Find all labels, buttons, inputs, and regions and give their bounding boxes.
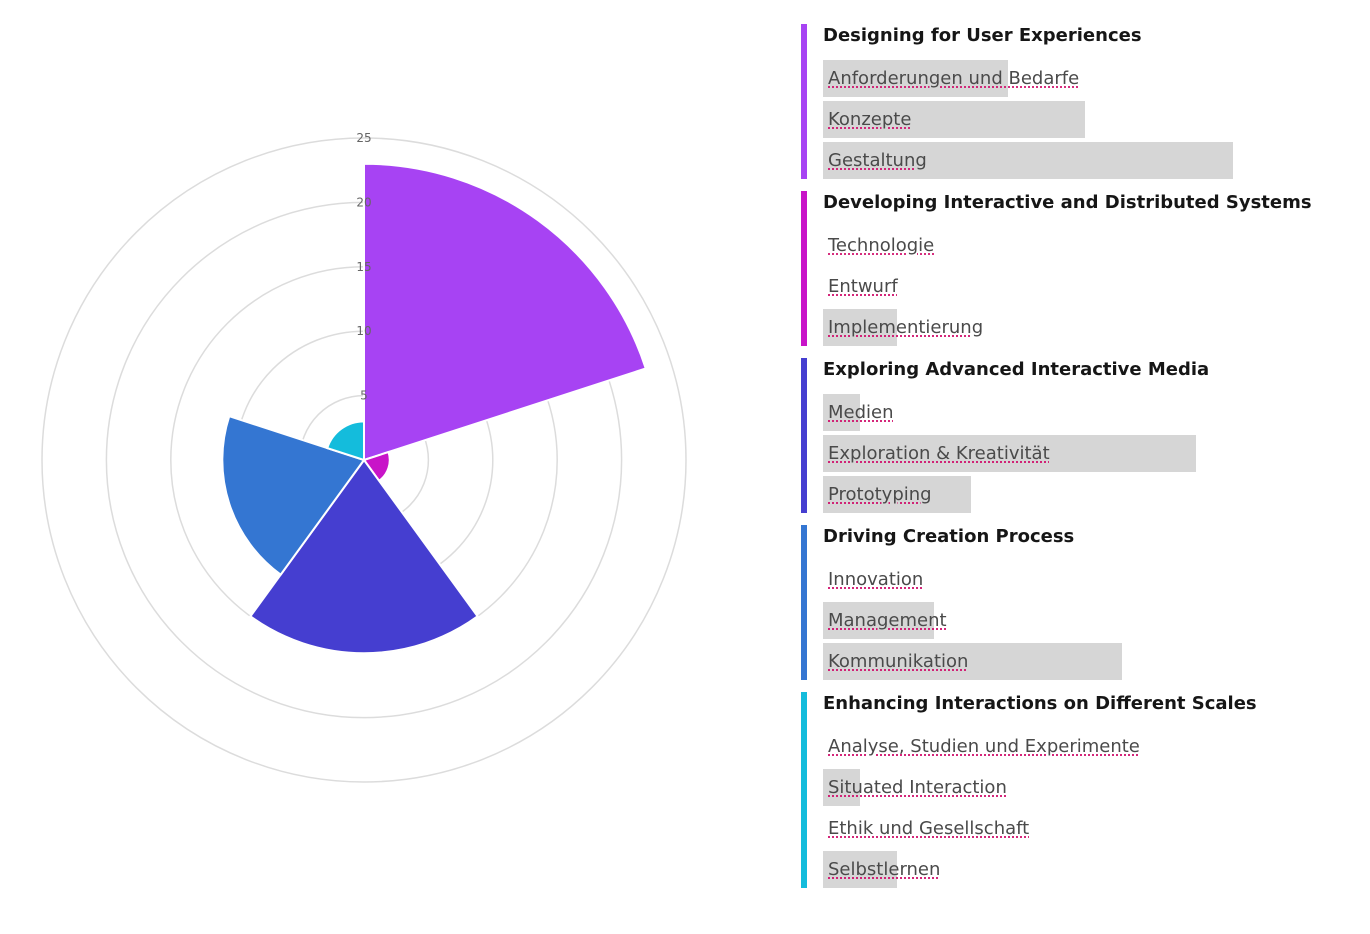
legend-item-link[interactable]: Kommunikation [828, 651, 968, 672]
legend-item-link[interactable]: Prototyping [828, 484, 932, 505]
legend-item-link[interactable]: Innovation [828, 569, 923, 590]
legend-item[interactable]: Kommunikation [823, 643, 1341, 684]
legend-group: Designing for User Experiences Anforderun… [801, 24, 1341, 179]
legend-item-link[interactable]: Ethik und Gesellschaft [828, 818, 1029, 839]
legend-item[interactable]: Innovation [823, 561, 1341, 602]
chart-sector[interactable] [363, 162, 648, 462]
legend-group: Driving Creation Process Innovation Manage… [801, 525, 1341, 680]
legend-color-bar [801, 525, 807, 680]
legend-item-link[interactable]: Entwurf [828, 276, 898, 297]
legend-item-link[interactable]: Anforderungen und Bedarfe [828, 68, 1079, 89]
category-legend: Designing for User Experiences Anforderun… [801, 24, 1341, 900]
radial-tick-label: 25 [356, 131, 371, 145]
legend-item[interactable]: Implementierung [823, 309, 1341, 350]
legend-item[interactable]: Situated Interaction [823, 769, 1341, 810]
legend-item[interactable]: Prototyping [823, 476, 1341, 517]
legend-item[interactable]: Analyse, Studien und Experimente [823, 728, 1341, 769]
legend-group-title: Exploring Advanced Interactive Media [823, 359, 1210, 380]
legend-item-link[interactable]: Selbstlernen [828, 859, 940, 880]
legend-item-link[interactable]: Management [828, 610, 947, 631]
legend-group: Developing Interactive and Distributed S… [801, 191, 1341, 346]
legend-color-bar [801, 358, 807, 513]
legend-item[interactable]: Selbstlernen [823, 851, 1341, 892]
legend-group-title: Developing Interactive and Distributed S… [823, 192, 1312, 213]
legend-item[interactable]: Gestaltung [823, 142, 1341, 183]
legend-group-title: Designing for User Experiences [823, 25, 1142, 46]
legend-item[interactable]: Management [823, 602, 1341, 643]
legend-item[interactable]: Anforderungen und Bedarfe [823, 60, 1341, 101]
legend-group-title: Enhancing Interactions on Different Scal… [823, 693, 1257, 714]
chart-sectors [221, 162, 648, 655]
legend-item[interactable]: Medien [823, 394, 1341, 435]
legend-item[interactable]: Konzepte [823, 101, 1341, 142]
legend-item-link[interactable]: Implementierung [828, 317, 983, 338]
legend-item[interactable]: Technologie [823, 227, 1341, 268]
radial-tick-label: 15 [356, 260, 371, 274]
legend-item[interactable]: Ethik und Gesellschaft [823, 810, 1341, 851]
legend-item[interactable]: Entwurf [823, 268, 1341, 309]
legend-item-link[interactable]: Gestaltung [828, 150, 927, 171]
legend-color-bar [801, 24, 807, 179]
legend-group-title: Driving Creation Process [823, 526, 1075, 547]
polar-area-chart: 5 10 15 20 25 [41, 131, 687, 783]
legend-item-link[interactable]: Konzepte [828, 109, 911, 130]
radial-tick-label: 20 [356, 195, 371, 209]
legend-item-link[interactable]: Exploration & Kreativität [828, 443, 1050, 464]
legend-item-link[interactable]: Situated Interaction [828, 777, 1007, 798]
legend-group: Exploring Advanced Interactive Media Medi… [801, 358, 1341, 513]
legend-item-link[interactable]: Technologie [828, 235, 934, 256]
legend-group: Enhancing Interactions on Different Scal… [801, 692, 1341, 888]
radial-tick-label: 5 [360, 389, 368, 403]
legend-color-bar [801, 692, 807, 888]
legend-color-bar [801, 191, 807, 346]
legend-item[interactable]: Exploration & Kreativität [823, 435, 1341, 476]
legend-item-link[interactable]: Analyse, Studien und Experimente [828, 736, 1140, 757]
radial-tick-label: 10 [356, 324, 371, 338]
legend-item-link[interactable]: Medien [828, 402, 894, 423]
